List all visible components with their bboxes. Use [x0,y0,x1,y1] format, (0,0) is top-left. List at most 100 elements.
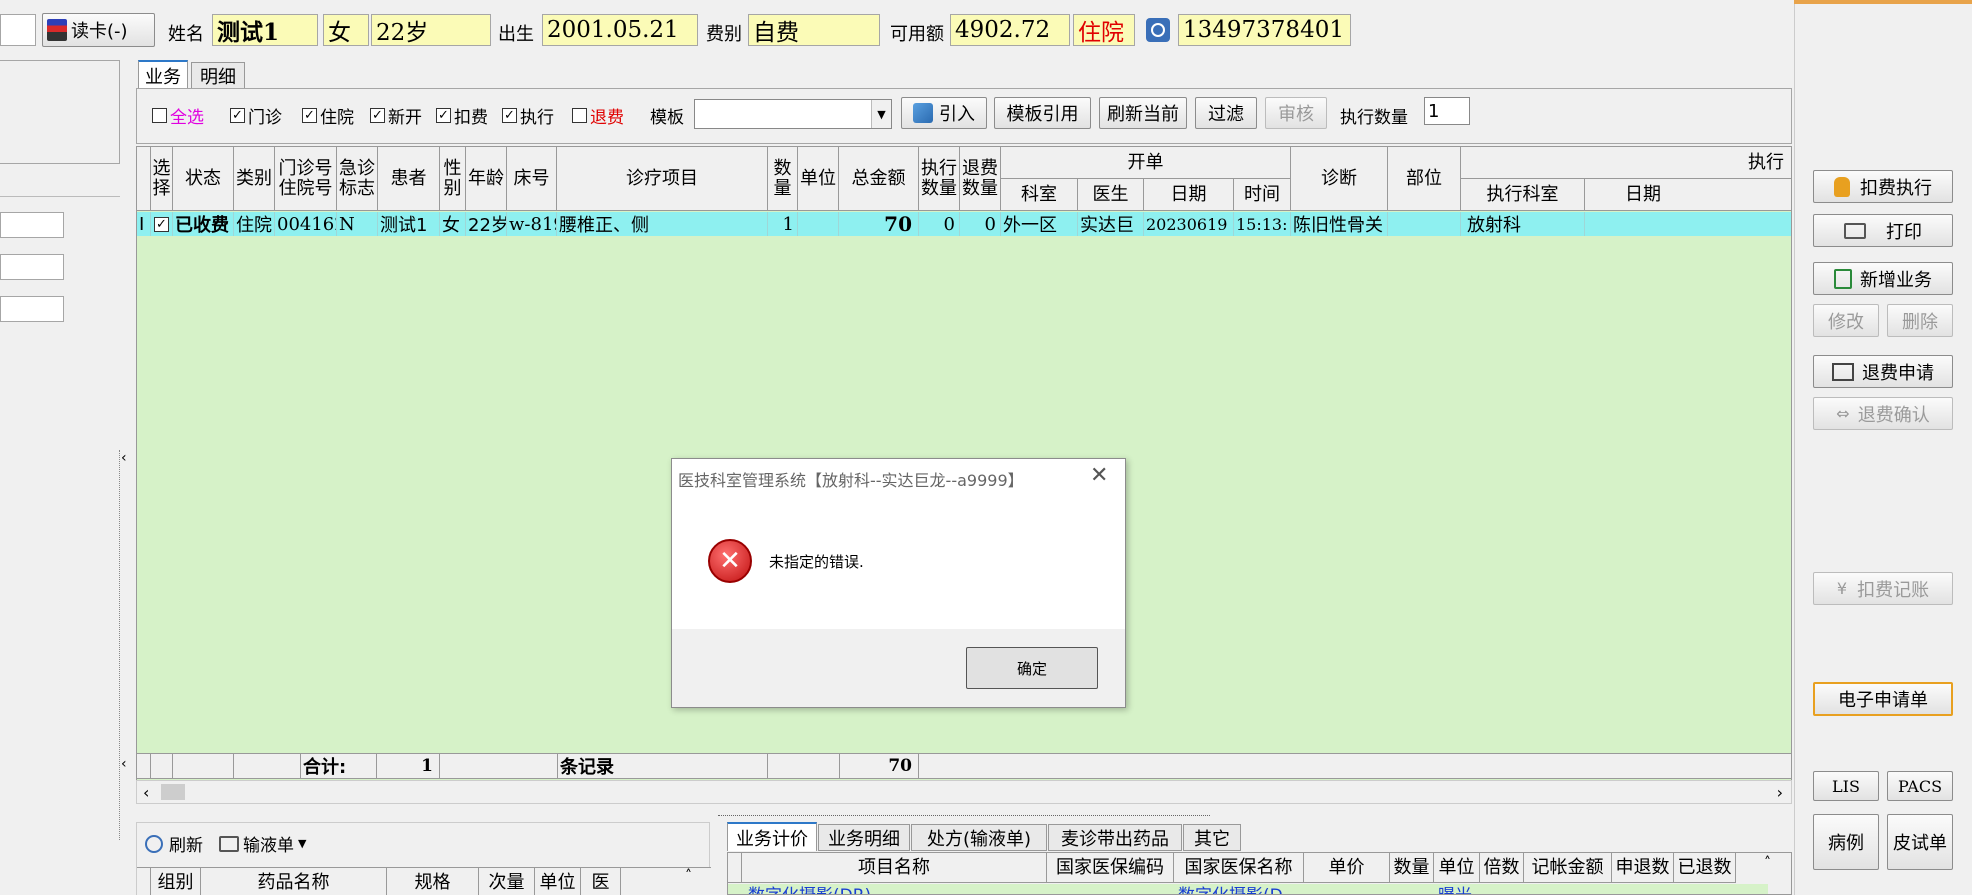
pacs-button[interactable]: PACS [1887,771,1953,801]
left-box [0,60,120,164]
charge-execute-button[interactable]: 扣费执行 [1813,170,1953,203]
tab-other[interactable]: 其它 [1183,824,1241,851]
header-refund-qty: 退费数量 [960,147,1001,211]
new-open-check[interactable]: ✓ [370,108,385,123]
charge-record-button[interactable]: ¥ 扣费记账 [1813,572,1953,605]
lis-button[interactable]: LIS [1813,771,1879,801]
tab-business[interactable]: 业务 [138,60,188,89]
inpatient-check[interactable]: ✓ [302,108,317,123]
filter-button[interactable]: 过滤 [1195,97,1257,129]
audit-button[interactable]: 审核 [1265,97,1327,129]
tab-prescription[interactable]: 处方(输液单) [911,824,1047,851]
row-select-check[interactable]: ✓ [154,216,169,232]
header-site: 部位 [1388,147,1461,211]
inpatient-status-field: 住院 [1073,14,1135,46]
chevron-down-icon[interactable]: ▼ [298,837,306,850]
br-header-price: 单价 [1304,853,1390,883]
left-input-2[interactable] [0,254,64,280]
outpatient-check[interactable]: ✓ [230,108,245,123]
left-input-1[interactable] [0,212,64,238]
executed-check[interactable]: ✓ [502,108,517,123]
header-visit-no: 门诊号住院号 [275,147,337,211]
header-date: 日期 [1144,179,1234,211]
ok-button[interactable]: 确定 [966,647,1098,689]
read-card-button[interactable]: 读卡(-) [42,13,155,47]
bl-scroll-up-icon[interactable]: ˄ [685,868,692,884]
refund-confirm-button[interactable]: ⇔ 退费确认 [1813,397,1953,430]
table-row[interactable]: I ✓ 已收费 住院 0041621 N 测试1 女 22岁 w-819 腰椎正… [137,212,1791,236]
bottom-right-grid: 项目名称 国家医保编码 国家医保名称 单价 数量 单位 倍数 记帐金额 申退数 … [727,852,1792,895]
bottom-left-grid-header: 组别 药品名称 规格 次量 单位 医 ˄ [137,867,711,895]
header-exec-qty: 执行数量 [919,147,960,211]
header-qty: 数量 [768,147,798,211]
scroll-left-icon[interactable]: ‹ [143,783,149,802]
bottom-splitter[interactable] [718,808,1210,816]
select-all-check[interactable] [152,108,167,123]
refresh-current-button[interactable]: 刷新当前 [1099,97,1187,129]
charged-checkbox[interactable]: ✓ 扣费 [436,103,488,128]
import-button[interactable]: 引入 [901,97,987,129]
scroll-thumb[interactable] [161,784,185,800]
exec-qty-input[interactable]: 1 [1424,97,1470,125]
header-total: 总金额 [839,147,919,211]
template-ref-button[interactable]: 模板引用 [994,97,1091,129]
tab-business-detail[interactable]: 业务明细 [818,824,910,851]
cell-age: 22岁 [466,212,507,236]
refund-confirm-label: 退费确认 [1857,404,1930,426]
splitter-handle[interactable] [119,450,129,840]
executed-checkbox[interactable]: ✓ 执行 [502,103,554,128]
br-row-unit: 曝光 [1438,884,1472,894]
template-select[interactable]: ▼ [694,99,892,129]
header-exec-date: 日期 [1585,179,1791,211]
case-button[interactable]: 病例 [1813,814,1879,870]
br-header-qty: 数量 [1390,853,1434,883]
refund-check[interactable] [572,108,587,123]
header-rowmarker [137,147,151,211]
cell-emergency: N [337,212,378,236]
cell-doctor: 实达巨 [1078,212,1144,236]
charged-check[interactable]: ✓ [436,108,451,123]
select-all-checkbox[interactable]: 全选 [152,103,204,128]
header-bed: 床号 [507,147,557,211]
infusion-label: 输液单 [243,836,294,856]
collapse-arrow-icon-2[interactable]: ‹ [121,756,127,772]
charge-record-label: 扣费记账 [1857,579,1930,601]
delete-button[interactable]: 删除 [1887,304,1953,337]
printer-icon [219,835,239,852]
new-open-checkbox[interactable]: ✓ 新开 [370,103,422,128]
header-select: 选择 [151,147,173,211]
modify-button[interactable]: 修改 [1813,304,1879,337]
chevron-down-icon[interactable]: ▼ [871,100,891,128]
br-row[interactable]: 数字化摄影(DR) 数字化摄影(D 曝光 [728,884,1768,894]
scroll-right-icon[interactable]: › [1777,783,1783,802]
footer-c2 [151,754,173,778]
inpatient-checkbox[interactable]: ✓ 住院 [302,103,354,128]
sex-field: 女 [323,14,369,46]
infusion-button[interactable]: 输液单 ▼ [219,831,306,856]
executed-label: 执行 [520,108,554,128]
charged-label: 扣费 [454,108,488,128]
bl-header-unit: 单位 [535,868,581,895]
refund-apply-button[interactable]: 退费申请 [1813,355,1953,388]
print-button[interactable]: 打印 [1813,214,1953,247]
outpatient-checkbox[interactable]: ✓ 门诊 [230,103,282,128]
collapse-arrow-icon[interactable]: ‹ [121,450,127,466]
add-business-button[interactable]: 新增业务 [1813,262,1953,295]
tab-billing[interactable]: 业务计价 [727,822,817,851]
left-input-3[interactable] [0,296,64,322]
header-exec-dept: 执行科室 [1461,179,1585,211]
tab-detail[interactable]: 明细 [191,62,245,89]
grid-h-scrollbar[interactable]: ‹ › [136,780,1792,804]
template-label: 模板 [650,108,684,128]
phone-icon [1146,18,1170,42]
refresh-button[interactable]: 刷新 [145,831,203,856]
br-header-amount: 记帐金额 [1524,853,1612,883]
skin-test-button[interactable]: 皮试单 [1887,814,1953,870]
br-scroll-up-icon[interactable]: ˄ [1764,855,1771,871]
coin-icon: ¥ [1836,579,1848,598]
refund-checkbox[interactable]: 退费 [572,103,624,128]
tab-drugs[interactable]: 麦诊带出药品 [1048,824,1182,851]
close-icon[interactable]: ✕ [1090,463,1108,488]
row-select[interactable]: ✓ [151,212,173,236]
e-request-button[interactable]: 电子申请单 [1813,682,1953,716]
